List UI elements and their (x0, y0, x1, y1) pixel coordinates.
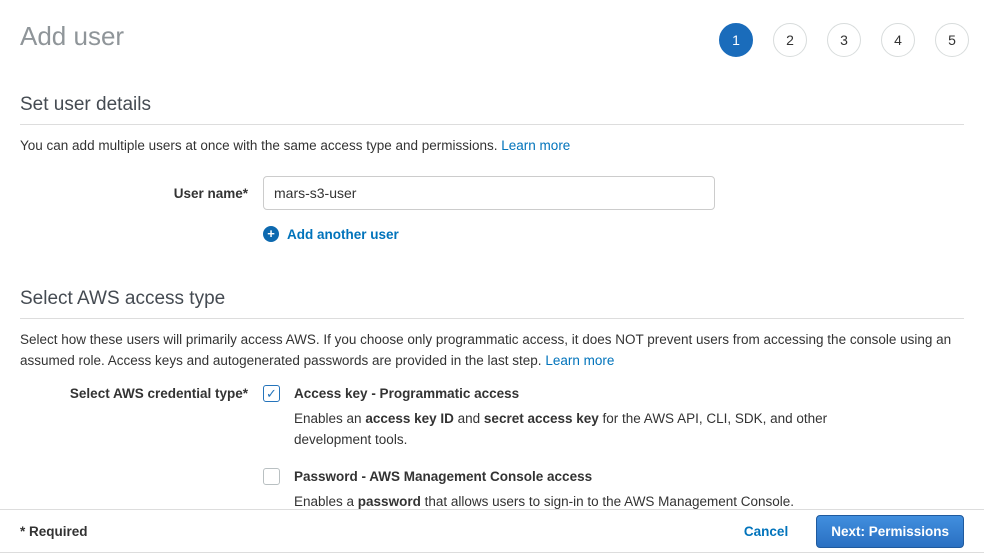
access-key-option-desc: Enables an access key ID and secret acce… (294, 408, 854, 450)
access-type-learn-more-link[interactable]: Learn more (545, 353, 614, 368)
desc-text: and (454, 411, 484, 426)
access-type-intro: Select how these users will primarily ac… (20, 329, 964, 371)
required-note: * Required (20, 524, 88, 539)
access-key-option-body: Access key - Programmatic access Enables… (294, 385, 854, 450)
desc-bold: secret access key (484, 411, 599, 426)
access-key-option-title: Access key - Programmatic access (294, 385, 854, 402)
access-key-checkbox-checked[interactable]: ✓ (263, 385, 280, 402)
section-divider (20, 124, 964, 125)
user-details-learn-more-link[interactable]: Learn more (501, 138, 570, 153)
set-user-details-heading: Set user details (20, 94, 964, 116)
next-permissions-button[interactable]: Next: Permissions (816, 515, 964, 548)
username-label: User name* (20, 186, 248, 201)
credential-type-row: Select AWS credential type* ✓ Access key… (20, 385, 964, 512)
step-1-active: 1 (719, 23, 753, 57)
step-3: 3 (827, 23, 861, 57)
desc-text: Enables an (294, 411, 365, 426)
add-another-user-button[interactable]: + Add another user (263, 226, 399, 242)
desc-bold: password (358, 494, 421, 509)
add-user-page: Add user 1 2 3 4 5 Set user details You … (0, 0, 984, 556)
checkmark-icon: ✓ (266, 387, 277, 400)
username-input[interactable] (263, 176, 715, 210)
option-password: Password - AWS Management Console access… (263, 468, 854, 512)
credential-options: ✓ Access key - Programmatic access Enabl… (263, 385, 854, 512)
cancel-button[interactable]: Cancel (744, 524, 788, 539)
password-option-body: Password - AWS Management Console access… (294, 468, 794, 512)
wizard-footer: * Required Cancel Next: Permissions (0, 509, 984, 553)
step-4: 4 (881, 23, 915, 57)
section-divider (20, 318, 964, 319)
user-details-intro-text: You can add multiple users at once with … (20, 138, 498, 153)
step-5: 5 (935, 23, 969, 57)
page-header: Add user 1 2 3 4 5 (0, 0, 984, 57)
footer-actions: Cancel Next: Permissions (744, 515, 964, 548)
desc-text: that allows users to sign-in to the AWS … (421, 494, 794, 509)
wizard-step-indicator: 1 2 3 4 5 (719, 23, 969, 57)
access-type-intro-text: Select how these users will primarily ac… (20, 332, 951, 368)
plus-circle-icon: + (263, 226, 279, 242)
select-access-type-heading: Select AWS access type (20, 288, 964, 310)
credential-type-label: Select AWS credential type* (20, 385, 248, 512)
set-user-details-section: Set user details You can add multiple us… (20, 94, 964, 242)
password-option-title: Password - AWS Management Console access (294, 468, 794, 485)
page-title: Add user (20, 18, 124, 54)
step-2: 2 (773, 23, 807, 57)
password-checkbox-unchecked[interactable] (263, 468, 280, 485)
select-access-type-section: Select AWS access type Select how these … (20, 288, 964, 512)
username-form-row: User name* (20, 176, 964, 210)
desc-text: Enables a (294, 494, 358, 509)
option-access-key: ✓ Access key - Programmatic access Enabl… (263, 385, 854, 450)
add-another-user-label: Add another user (287, 227, 399, 242)
desc-bold: access key ID (365, 411, 454, 426)
user-details-intro: You can add multiple users at once with … (20, 135, 964, 156)
